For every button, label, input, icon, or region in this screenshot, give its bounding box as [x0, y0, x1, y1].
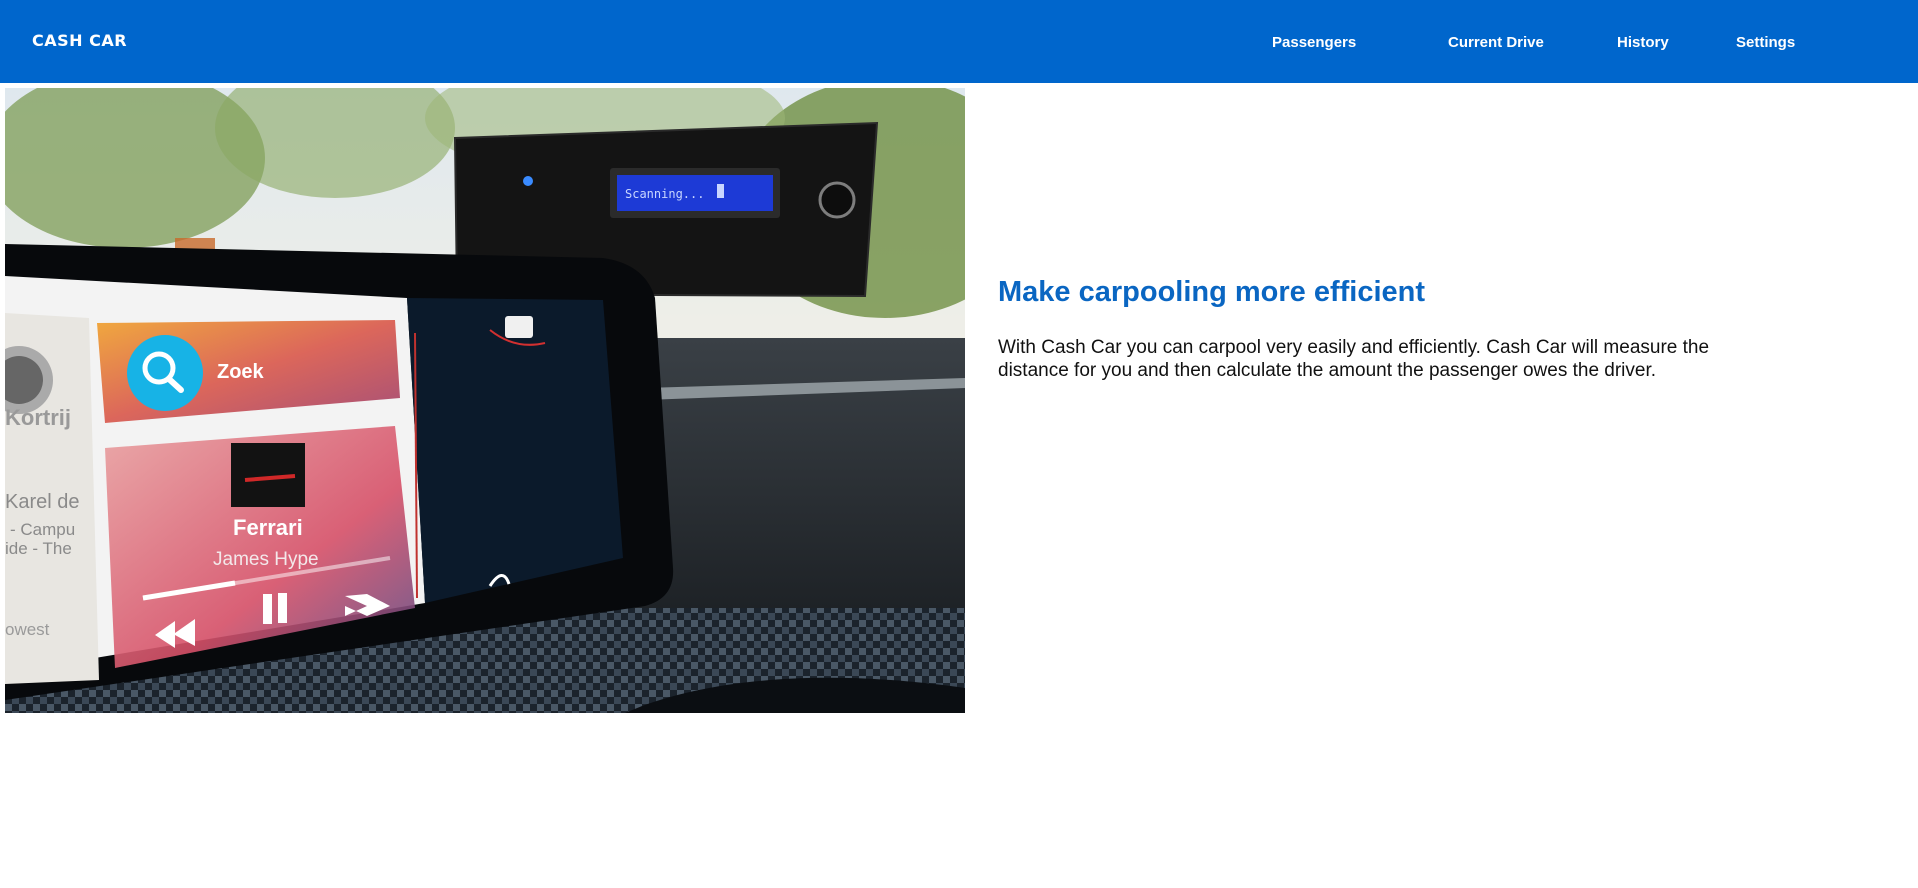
- map-label: Karel de: [5, 491, 80, 513]
- map-label: ide - The: [5, 539, 72, 558]
- knob-icon: [818, 181, 856, 219]
- track-artist: James Hype: [213, 549, 319, 570]
- hero-photo: Scanning... Kortrij Karel de - Campu ide…: [5, 88, 965, 713]
- pause-icon: [263, 594, 272, 624]
- search-tile-label: Zoek: [217, 361, 265, 383]
- nav-link-history[interactable]: History: [1617, 34, 1669, 51]
- track-title: Ferrari: [233, 515, 303, 540]
- message-icon: [505, 316, 533, 338]
- page-headline: Make carpooling more efficient: [998, 276, 1426, 308]
- top-navigation-bar: CASH CAR Passengers Current Drive Histor…: [0, 0, 1918, 83]
- search-tile-icon: [127, 335, 203, 411]
- intro-paragraph: With Cash Car you can carpool very easil…: [998, 337, 1710, 381]
- map-label: owest: [5, 620, 50, 639]
- map-label: - Campu: [10, 520, 75, 539]
- brand-logo[interactable]: CASH CAR: [32, 31, 127, 50]
- nav-link-current-drive[interactable]: Current Drive: [1448, 34, 1544, 51]
- status-led-icon: [523, 176, 533, 186]
- map-label: Kortrij: [5, 405, 71, 430]
- nav-link-passengers[interactable]: Passengers: [1272, 34, 1356, 51]
- nav-link-settings[interactable]: Settings: [1736, 34, 1795, 51]
- car-dashboard-illustration: Scanning... Kortrij Karel de - Campu ide…: [5, 88, 965, 713]
- lcd-text: Scanning...: [625, 187, 704, 201]
